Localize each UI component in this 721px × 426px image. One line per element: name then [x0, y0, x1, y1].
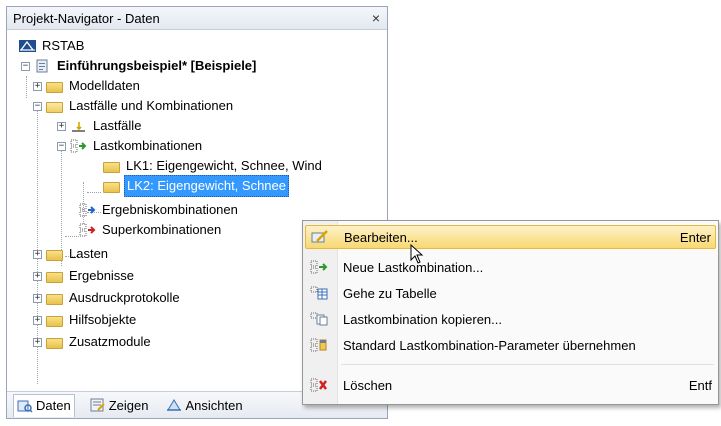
tab-ansichten[interactable]: Ansichten — [163, 394, 245, 416]
tree-item-ergebniskombinationen[interactable]: Ergebniskombinationen — [79, 200, 240, 220]
tree-label: Ausdruckprotokolle — [69, 290, 180, 305]
tree-item-lastkombinationen[interactable]: − Lastkombinationen — [57, 136, 204, 156]
tree-item-ausdruckprotokolle[interactable]: + Ausdruckprotokolle — [33, 288, 182, 308]
edit-icon — [306, 230, 334, 244]
menu-label: Bearbeiten... — [344, 229, 418, 245]
collapse-icon[interactable]: − — [33, 101, 42, 111]
tree-label: Lastfälle und Kombinationen — [69, 98, 234, 113]
folder-icon — [46, 337, 63, 349]
context-menu: Bearbeiten... Enter Neue Lastkombination… — [302, 220, 719, 405]
folder-icon — [46, 315, 63, 327]
tree-item-hilfsobjekte[interactable]: + Hilfsobjekte — [33, 310, 138, 330]
tree-item-project[interactable]: − Einführungsbeispiel* [Beispiele] — [21, 56, 258, 76]
data-icon — [17, 400, 33, 413]
tree-label: LK1: Eigengewicht, Schnee, Wind — [126, 158, 322, 173]
super-combination-icon — [79, 223, 96, 237]
menu-label: Standard Lastkombination-Parameter übern… — [343, 337, 636, 353]
menu-label: Gehe zu Tabelle — [343, 285, 437, 301]
display-icon — [90, 398, 105, 412]
tree-label: Lasten — [69, 246, 109, 261]
expand-icon[interactable]: + — [33, 337, 42, 347]
load-combination-icon — [70, 139, 87, 153]
delete-icon — [305, 378, 333, 392]
tree-item-lk2[interactable]: LK2: Eigengewicht, Schnee — [103, 175, 289, 197]
expand-icon[interactable]: + — [33, 271, 42, 281]
menu-item-gehe-zu-tabelle[interactable]: Gehe zu Tabelle — [305, 281, 716, 305]
tree-label: Superkombinationen — [102, 222, 222, 237]
tree-label: Zusatzmodule — [69, 334, 151, 349]
collapse-icon[interactable]: − — [21, 61, 30, 71]
folder-icon — [103, 181, 120, 193]
folder-open-icon — [46, 101, 63, 113]
collapse-icon[interactable]: − — [57, 141, 66, 151]
menu-separator — [341, 364, 714, 365]
tree-label: Hilfsobjekte — [69, 312, 137, 327]
menu-label: Lastkombination kopieren... — [343, 311, 502, 327]
tree-label: RSTAB — [42, 38, 85, 53]
mouse-cursor-icon — [410, 244, 424, 264]
tree-label: Modelldaten — [69, 78, 140, 93]
menu-label: Löschen — [343, 377, 393, 393]
folder-icon — [103, 161, 120, 173]
tree-label: Lastfälle — [93, 118, 142, 133]
expand-icon[interactable]: + — [57, 121, 66, 131]
expand-icon[interactable]: + — [33, 249, 42, 259]
rstab-logo-icon — [19, 39, 36, 53]
folder-icon — [46, 271, 63, 283]
menu-item-loeschen[interactable]: Löschen Entf — [305, 373, 716, 397]
close-icon[interactable]: × — [365, 10, 387, 26]
tab-label: Daten — [36, 398, 71, 413]
result-combination-icon — [79, 203, 96, 217]
panel-titlebar: Projekt-Navigator - Daten × — [7, 7, 387, 30]
tab-label: Ansichten — [185, 397, 243, 413]
tree-label: Einführungsbeispiel* [Beispiele] — [57, 58, 257, 73]
tree-label: Lastkombinationen — [93, 138, 203, 153]
tree-item-lk1[interactable]: LK1: Eigengewicht, Schnee, Wind — [103, 156, 324, 176]
menu-item-neue-lastkombination[interactable]: Neue Lastkombination... — [305, 255, 716, 279]
tree-item-lasten[interactable]: + Lasten — [33, 244, 110, 264]
tab-label: Zeigen — [108, 397, 149, 413]
tree-item-lastfaelle-und-kombinationen[interactable]: − Lastfälle und Kombinationen — [33, 96, 235, 116]
folder-icon — [46, 249, 63, 261]
menu-item-bearbeiten[interactable]: Bearbeiten... Enter — [305, 225, 716, 249]
copy-icon — [305, 312, 333, 326]
expand-icon[interactable]: + — [33, 81, 42, 91]
tree-item-ergebnisse[interactable]: + Ergebnisse — [33, 266, 136, 286]
tree-label-selected: LK2: Eigengewicht, Schnee — [124, 175, 289, 197]
expand-icon[interactable]: + — [33, 293, 42, 303]
tree-item-superkombinationen[interactable]: Superkombinationen — [79, 220, 223, 240]
menu-label: Neue Lastkombination... — [343, 259, 484, 275]
tree-item-zusatzmodule[interactable]: + Zusatzmodule — [33, 332, 153, 352]
default-parameters-icon — [305, 338, 333, 352]
panel-title: Projekt-Navigator - Daten — [13, 10, 160, 26]
tree-item-lastfaelle[interactable]: + Lastfälle — [57, 116, 143, 136]
menu-item-kopieren[interactable]: Lastkombination kopieren... — [305, 307, 716, 331]
tree-label: Ergebniskombinationen — [102, 202, 238, 217]
menu-item-standard-parameter[interactable]: Standard Lastkombination-Parameter übern… — [305, 333, 716, 357]
tab-zeigen[interactable]: Zeigen — [87, 394, 152, 416]
expand-icon[interactable]: + — [33, 315, 42, 325]
tab-daten[interactable]: Daten — [13, 393, 75, 417]
tree-item-modelldaten[interactable]: + Modelldaten — [33, 76, 142, 96]
views-icon — [167, 399, 182, 411]
menu-shortcut: Entf — [688, 377, 712, 393]
folder-icon — [46, 293, 63, 305]
new-load-combination-icon — [305, 260, 333, 274]
folder-icon — [46, 81, 63, 93]
tree-label: Ergebnisse — [69, 268, 135, 283]
menu-shortcut: Enter — [679, 229, 711, 245]
load-case-icon — [70, 119, 87, 133]
project-icon — [34, 59, 51, 73]
table-icon — [305, 286, 333, 300]
tree-item-rstab[interactable]: RSTAB — [19, 36, 86, 56]
